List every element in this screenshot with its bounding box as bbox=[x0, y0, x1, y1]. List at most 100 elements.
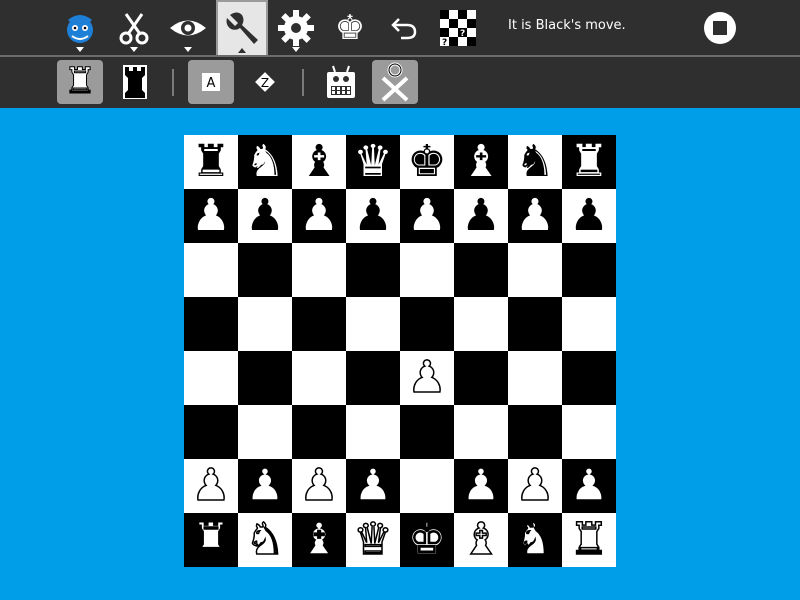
square-c5[interactable] bbox=[292, 297, 346, 351]
square-g1[interactable]: ♞ bbox=[508, 513, 562, 567]
square-b2[interactable]: ♟ bbox=[238, 459, 292, 513]
square-f1[interactable]: ♝ bbox=[454, 513, 508, 567]
square-h3[interactable] bbox=[562, 405, 616, 459]
square-d2[interactable]: ♟ bbox=[346, 459, 400, 513]
square-g5[interactable] bbox=[508, 297, 562, 351]
square-f3[interactable] bbox=[454, 405, 508, 459]
square-g6[interactable] bbox=[508, 243, 562, 297]
square-d5[interactable] bbox=[346, 297, 400, 351]
square-f5[interactable] bbox=[454, 297, 508, 351]
black-pawn-icon[interactable]: ♟ bbox=[299, 189, 338, 243]
chess-board[interactable]: ♜ ♞ ♝ ♛ ♚ ♝ ♞ ♜ ♟ ♟ ♟ ♟ ♟ ♟ ♟ ♟ ♟ ♟ ♟ ♟ ♟ ♟ ♟ ♟ ♜ ♞ ♝ ♛ ♚ ♝ ♞ ♜ bbox=[184, 135, 616, 567]
white-rook-icon[interactable]: ♜ bbox=[569, 513, 610, 567]
black-knight-icon[interactable]: ♞ bbox=[515, 135, 554, 189]
square-c2[interactable]: ♟ bbox=[292, 459, 346, 513]
square-a4[interactable] bbox=[184, 351, 238, 405]
square-a3[interactable] bbox=[184, 405, 238, 459]
square-a5[interactable] bbox=[184, 297, 238, 351]
white-pawn-icon[interactable]: ♟ bbox=[191, 459, 232, 513]
black-pawn-icon[interactable]: ♟ bbox=[245, 189, 284, 243]
stop-button[interactable] bbox=[694, 2, 746, 54]
white-bishop-icon[interactable]: ♝ bbox=[461, 513, 502, 567]
square-d8[interactable]: ♛ bbox=[346, 135, 400, 189]
black-rook-icon[interactable]: ♜ bbox=[191, 135, 230, 189]
square-h8[interactable]: ♜ bbox=[562, 135, 616, 189]
square-b4[interactable] bbox=[238, 351, 292, 405]
square-h5[interactable] bbox=[562, 297, 616, 351]
play-black-button[interactable] bbox=[112, 60, 158, 104]
square-c3[interactable] bbox=[292, 405, 346, 459]
white-knight-icon[interactable]: ♞ bbox=[515, 513, 556, 567]
edit-button[interactable] bbox=[108, 2, 160, 54]
text-size-a-button[interactable]: A bbox=[188, 60, 234, 104]
undo-button[interactable] bbox=[378, 2, 430, 54]
square-b7[interactable]: ♟ bbox=[238, 189, 292, 243]
square-e4[interactable]: ♟ bbox=[400, 351, 454, 405]
square-e8[interactable]: ♚ bbox=[400, 135, 454, 189]
square-f4[interactable] bbox=[454, 351, 508, 405]
white-knight-icon[interactable]: ♞ bbox=[245, 513, 286, 567]
square-c7[interactable]: ♟ bbox=[292, 189, 346, 243]
square-b8[interactable]: ♞ bbox=[238, 135, 292, 189]
activity-button[interactable] bbox=[54, 2, 106, 54]
square-f2[interactable]: ♟ bbox=[454, 459, 508, 513]
square-e1[interactable]: ♚ bbox=[400, 513, 454, 567]
text-size-z-button[interactable]: Z bbox=[242, 60, 288, 104]
square-d6[interactable] bbox=[346, 243, 400, 297]
square-e2[interactable] bbox=[400, 459, 454, 513]
black-pawn-icon[interactable]: ♟ bbox=[461, 189, 500, 243]
square-e3[interactable] bbox=[400, 405, 454, 459]
square-h2[interactable]: ♟ bbox=[562, 459, 616, 513]
board-hint-button[interactable]: ? ? ? ? bbox=[432, 2, 484, 54]
black-bishop-icon[interactable]: ♝ bbox=[461, 135, 500, 189]
square-g7[interactable]: ♟ bbox=[508, 189, 562, 243]
square-g2[interactable]: ♟ bbox=[508, 459, 562, 513]
white-bishop-icon[interactable]: ♝ bbox=[299, 513, 340, 567]
square-a8[interactable]: ♜ bbox=[184, 135, 238, 189]
square-a7[interactable]: ♟ bbox=[184, 189, 238, 243]
square-d3[interactable] bbox=[346, 405, 400, 459]
square-h7[interactable]: ♟ bbox=[562, 189, 616, 243]
square-g4[interactable] bbox=[508, 351, 562, 405]
black-pawn-icon[interactable]: ♟ bbox=[569, 189, 608, 243]
square-e5[interactable] bbox=[400, 297, 454, 351]
square-f7[interactable]: ♟ bbox=[454, 189, 508, 243]
square-b3[interactable] bbox=[238, 405, 292, 459]
square-a1[interactable]: ♜ bbox=[184, 513, 238, 567]
square-c1[interactable]: ♝ bbox=[292, 513, 346, 567]
square-b5[interactable] bbox=[238, 297, 292, 351]
square-h4[interactable] bbox=[562, 351, 616, 405]
black-pawn-icon[interactable]: ♟ bbox=[353, 189, 392, 243]
white-pawn-icon[interactable]: ♟ bbox=[569, 459, 610, 513]
black-pawn-icon[interactable]: ♟ bbox=[407, 189, 446, 243]
black-pawn-icon[interactable]: ♟ bbox=[515, 189, 554, 243]
square-b1[interactable]: ♞ bbox=[238, 513, 292, 567]
square-d4[interactable] bbox=[346, 351, 400, 405]
square-a2[interactable]: ♟ bbox=[184, 459, 238, 513]
black-pawn-icon[interactable]: ♟ bbox=[191, 189, 230, 243]
square-d7[interactable]: ♟ bbox=[346, 189, 400, 243]
square-c6[interactable] bbox=[292, 243, 346, 297]
white-pawn-icon[interactable]: ♟ bbox=[461, 459, 502, 513]
black-queen-icon[interactable]: ♛ bbox=[353, 135, 392, 189]
white-rook-icon[interactable]: ♜ bbox=[191, 513, 232, 567]
xo-person-button[interactable] bbox=[372, 60, 418, 104]
square-a6[interactable] bbox=[184, 243, 238, 297]
white-pawn-icon[interactable]: ♟ bbox=[407, 351, 448, 405]
square-b6[interactable] bbox=[238, 243, 292, 297]
square-g3[interactable] bbox=[508, 405, 562, 459]
square-d1[interactable]: ♛ bbox=[346, 513, 400, 567]
square-g8[interactable]: ♞ bbox=[508, 135, 562, 189]
square-e7[interactable]: ♟ bbox=[400, 189, 454, 243]
white-pawn-icon[interactable]: ♟ bbox=[245, 459, 286, 513]
square-h1[interactable]: ♜ bbox=[562, 513, 616, 567]
white-pawn-icon[interactable]: ♟ bbox=[299, 459, 340, 513]
black-knight-icon[interactable]: ♞ bbox=[245, 135, 284, 189]
white-pawn-icon[interactable]: ♟ bbox=[515, 459, 556, 513]
black-rook-icon[interactable]: ♜ bbox=[569, 135, 608, 189]
settings-button[interactable] bbox=[270, 2, 322, 54]
square-c8[interactable]: ♝ bbox=[292, 135, 346, 189]
black-bishop-icon[interactable]: ♝ bbox=[299, 135, 338, 189]
square-e6[interactable] bbox=[400, 243, 454, 297]
black-king-icon[interactable]: ♚ bbox=[407, 135, 446, 189]
